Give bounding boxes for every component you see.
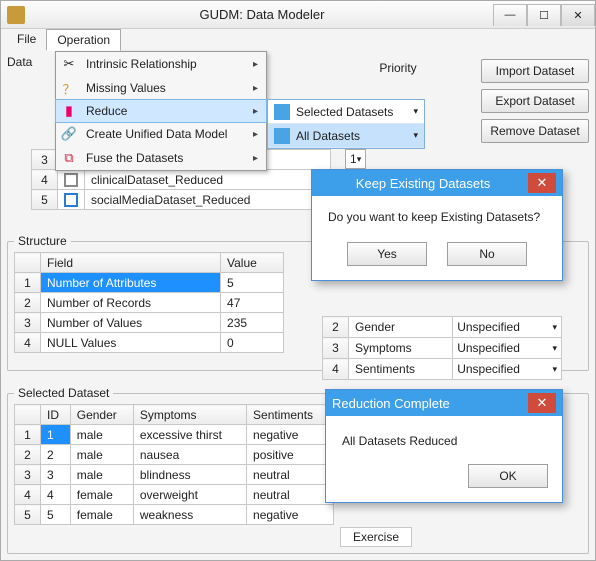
menu-file[interactable]: File	[7, 29, 46, 51]
chevron-right-icon: ▸	[253, 129, 258, 140]
table-row: 55femaleweaknessnegative	[15, 505, 334, 525]
merge-icon: ⧉	[60, 149, 78, 167]
col-sentiments: Sentiments	[247, 405, 334, 425]
unspecified-select[interactable]: Unspecified▾	[453, 338, 561, 358]
table-row: 5socialMediaDataset_Reduced	[32, 190, 331, 210]
dialog-close-button[interactable]: ✕	[528, 393, 556, 413]
menu-data[interactable]: Data	[7, 49, 36, 73]
chevron-right-icon: ▸	[253, 106, 258, 117]
table-row: 22malenauseapositive	[15, 445, 334, 465]
chart-bars-icon: ▮	[60, 102, 78, 120]
dialog-title: Keep Existing Datasets	[318, 176, 528, 191]
dialog-title: Reduction Complete	[332, 396, 450, 411]
structure-table: FieldValue 1Number of Attributes5 2Numbe…	[14, 252, 284, 353]
menu-item-reduce[interactable]: ▮Reduce▸	[55, 99, 267, 123]
operation-menu: ✂Intrinsic Relationship▸ ？Missing Values…	[55, 51, 267, 171]
checkbox-icon[interactable]	[64, 193, 78, 207]
close-button[interactable]: ✕	[561, 4, 595, 26]
table-row: 4NULL Values0	[15, 333, 284, 353]
table-row: 2GenderUnspecified▾	[323, 317, 562, 338]
chevron-down-icon: ▾	[552, 322, 557, 333]
scissors-icon: ✂	[60, 55, 78, 73]
reduce-submenu: Selected Datasets▾ All Datasets▾	[267, 99, 425, 149]
menu-item-intrinsic-relationship[interactable]: ✂Intrinsic Relationship▸	[56, 52, 266, 76]
link-icon: 🔗	[60, 125, 78, 143]
dialog-titlebar: Reduction Complete ✕	[326, 390, 562, 416]
submenu-item-selected-datasets[interactable]: Selected Datasets▾	[268, 100, 424, 124]
submenu-item-all-datasets[interactable]: All Datasets▾	[268, 124, 424, 148]
dialog-message: Do you want to keep Existing Datasets?	[312, 196, 562, 234]
table-row: 2Number of Records47	[15, 293, 284, 313]
table-row: 44femaleoverweightneutral	[15, 485, 334, 505]
structure-right-table: 2GenderUnspecified▾ 3SymptomsUnspecified…	[322, 316, 562, 380]
chevron-right-icon: ▸	[253, 59, 258, 70]
chevron-down-icon: ▾	[552, 343, 557, 354]
question-icon: ？	[60, 79, 78, 97]
menu-item-missing-values[interactable]: ？Missing Values▸	[56, 76, 266, 100]
chevron-down-icon: ▾	[413, 130, 418, 141]
export-dataset-button[interactable]: Export Dataset	[481, 89, 589, 113]
priority-header: Priority	[333, 61, 463, 75]
chevron-down-icon: ▾	[357, 154, 362, 165]
checkbox-icon[interactable]	[64, 173, 78, 187]
priority-select[interactable]: 1▾	[345, 149, 366, 169]
dialog-message: All Datasets Reduced	[326, 416, 562, 456]
col-value: Value	[221, 253, 284, 273]
main-window: GUDM: Data Modeler — ☐ ✕ File Operation …	[0, 0, 596, 561]
table-row: 4SentimentsUnspecified▾	[323, 359, 562, 380]
table-row: 1Number of Attributes5	[15, 273, 284, 293]
table-row: 3SymptomsUnspecified▾	[323, 338, 562, 359]
dialog-titlebar: Keep Existing Datasets ✕	[312, 170, 562, 196]
minimize-button[interactable]: —	[493, 4, 527, 26]
grid-icon	[274, 104, 290, 120]
ok-button[interactable]: OK	[468, 464, 548, 488]
menu-item-create-unified-model[interactable]: 🔗Create Unified Data Model▸	[56, 122, 266, 146]
chevron-down-icon: ▾	[552, 364, 557, 375]
app-icon	[7, 6, 25, 24]
reduction-complete-dialog: Reduction Complete ✕ All Datasets Reduce…	[325, 389, 563, 503]
chevron-down-icon: ▾	[413, 106, 418, 117]
col-id: ID	[41, 405, 71, 425]
table-row: 3Number of Values235	[15, 313, 284, 333]
no-button[interactable]: No	[447, 242, 527, 266]
unspecified-select[interactable]: Unspecified▾	[453, 317, 561, 337]
maximize-button[interactable]: ☐	[527, 4, 561, 26]
table-row: 11maleexcessive thirstnegative	[15, 425, 334, 445]
yes-button[interactable]: Yes	[347, 242, 427, 266]
menubar: File Operation	[1, 29, 595, 51]
table-row: 33maleblindnessneutral	[15, 465, 334, 485]
grid-icon	[274, 128, 290, 144]
col-gender: Gender	[70, 405, 133, 425]
dialog-close-button[interactable]: ✕	[528, 173, 556, 193]
selected-table: IDGenderSymptomsSentiments 11maleexcessi…	[14, 404, 334, 525]
menu-item-fuse-datasets[interactable]: ⧉Fuse the Datasets▸	[56, 146, 266, 170]
table-row: 4clinicalDataset_Reduced	[32, 170, 331, 190]
unspecified-select[interactable]: Unspecified▾	[453, 359, 561, 379]
import-dataset-button[interactable]: Import Dataset	[481, 59, 589, 83]
extra-cell: Exercise	[340, 527, 412, 547]
col-field: Field	[41, 253, 221, 273]
remove-dataset-button[interactable]: Remove Dataset	[481, 119, 589, 143]
keep-existing-dialog: Keep Existing Datasets ✕ Do you want to …	[311, 169, 563, 281]
menu-operation[interactable]: Operation	[46, 29, 121, 51]
chevron-right-icon: ▸	[253, 153, 258, 164]
col-symptoms: Symptoms	[133, 405, 246, 425]
chevron-right-icon: ▸	[253, 83, 258, 94]
window-title: GUDM: Data Modeler	[31, 7, 493, 22]
titlebar: GUDM: Data Modeler — ☐ ✕	[1, 1, 595, 29]
